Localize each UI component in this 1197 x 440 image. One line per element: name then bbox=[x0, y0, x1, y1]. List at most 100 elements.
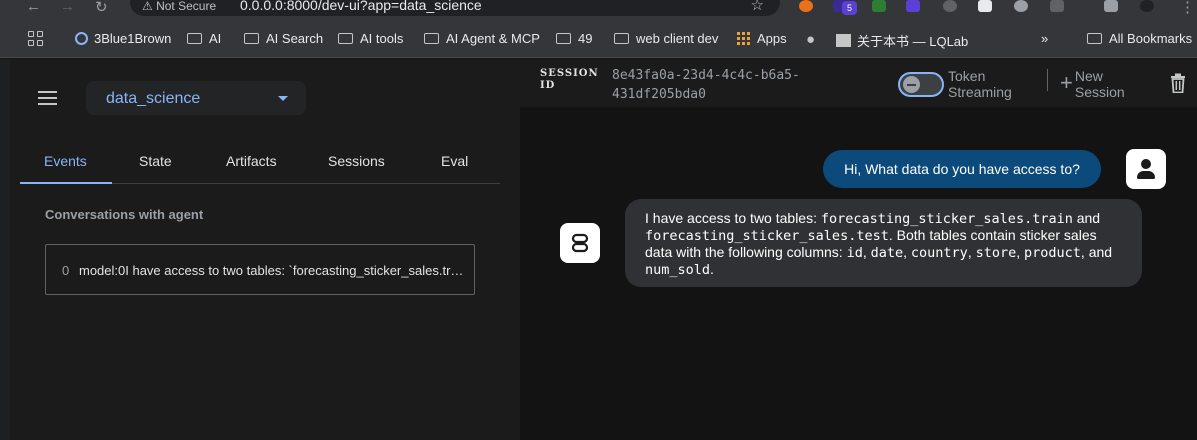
folder-icon bbox=[424, 33, 439, 44]
menu-icon[interactable] bbox=[38, 91, 57, 109]
bot-text: . bbox=[710, 261, 714, 277]
extension-icon[interactable] bbox=[978, 0, 992, 12]
session-id-value: 8e43fa0a-23d4-4c4c-b6a5- 431df205bda0 bbox=[612, 66, 832, 104]
tab-eval[interactable]: Eval bbox=[441, 153, 468, 169]
code-span: id bbox=[846, 245, 863, 261]
plus-icon: + bbox=[1060, 70, 1073, 95]
bookmark-folder-49[interactable]: 49 bbox=[556, 31, 592, 46]
token-streaming-toggle[interactable] bbox=[898, 72, 944, 97]
bookmark-label: 关于本书 — LQLab bbox=[857, 34, 969, 49]
tab-grid-icon[interactable] bbox=[28, 31, 43, 46]
apps-grid-icon bbox=[737, 32, 750, 45]
session-label-line: SESSION bbox=[540, 68, 599, 79]
session-id-label: SESSION ID bbox=[540, 68, 599, 92]
folder-icon bbox=[187, 33, 202, 44]
extension-icon[interactable] bbox=[943, 0, 957, 12]
tab-events[interactable]: Events bbox=[44, 153, 87, 169]
bookmark-folder-ai[interactable]: AI bbox=[187, 31, 221, 46]
app-selector-value: data_science bbox=[106, 90, 201, 107]
active-tab-indicator bbox=[20, 182, 112, 184]
new-session-button[interactable]: + New Session bbox=[1060, 68, 1125, 100]
user-message-bubble: Hi, What data do you have access to? bbox=[823, 150, 1101, 188]
code-span: date bbox=[870, 245, 904, 261]
back-icon[interactable]: ← bbox=[26, 0, 41, 15]
sidebar: data_science Events State Artifacts Sess… bbox=[10, 59, 520, 440]
bookmark-star-icon[interactable]: ☆ bbox=[751, 0, 764, 14]
token-streaming-line: Streaming bbox=[948, 84, 1012, 100]
bot-message-bubble: I have access to two tables: forecasting… bbox=[625, 199, 1142, 287]
bookmarks-bar: 3Blue1Brown AI AI Search AI tools AI Age… bbox=[0, 20, 1197, 58]
address-bar[interactable]: ⚠ Not Secure 0.0.0.0:8000/dev-ui?app=dat… bbox=[130, 0, 780, 16]
user-avatar-icon bbox=[1126, 149, 1166, 189]
bookmark-label: 3Blue1Brown bbox=[94, 31, 172, 46]
folder-icon bbox=[1087, 33, 1102, 44]
bot-text: I have access to two tables: bbox=[645, 210, 821, 226]
browser-toolbar: ← → ↻ ⚠ Not Secure 0.0.0.0:8000/dev-ui?a… bbox=[0, 0, 1197, 20]
bookmark-label: 49 bbox=[578, 31, 593, 46]
all-bookmarks-label: All Bookmarks bbox=[1109, 31, 1193, 46]
bookmark-label: Apps bbox=[757, 31, 787, 46]
code-span: product bbox=[1024, 245, 1081, 261]
bookmark-folder-ai-tools[interactable]: AI tools bbox=[338, 31, 403, 46]
extension-icon[interactable] bbox=[872, 0, 886, 12]
code-span: forecasting_sticker_sales.train bbox=[820, 211, 1073, 227]
globe-icon: ● bbox=[806, 31, 816, 48]
background-window-edge bbox=[0, 59, 10, 440]
all-bookmarks-button[interactable]: All Bookmarks bbox=[1087, 31, 1192, 46]
session-id-line: 8e43fa0a-23d4-4c4c-b6a5- bbox=[612, 68, 800, 83]
section-title: Conversations with agent bbox=[45, 207, 204, 222]
bot-avatar-icon bbox=[560, 223, 600, 263]
folder-icon bbox=[614, 33, 629, 44]
session-id-line: 431df205bda0 bbox=[612, 87, 706, 102]
app-selector[interactable]: data_science bbox=[86, 81, 306, 115]
tab-state[interactable]: State bbox=[139, 153, 172, 169]
session-label-line: ID bbox=[540, 80, 556, 91]
code-span: forecasting_sticker_sales.test bbox=[645, 228, 889, 244]
bookmark-label: web client dev bbox=[636, 31, 719, 46]
security-label: Not Secure bbox=[156, 0, 217, 13]
book-icon bbox=[836, 34, 851, 47]
delete-session-icon[interactable] bbox=[1170, 73, 1186, 93]
url-text[interactable]: 0.0.0.0:8000/dev-ui?app=data_science bbox=[240, 0, 482, 13]
bookmark-lqlab[interactable]: 关于本书 — LQLab bbox=[836, 31, 968, 50]
chevron-down-icon bbox=[278, 96, 288, 101]
more-bookmarks-button[interactable]: » bbox=[1041, 31, 1048, 46]
session-header: SESSION ID 8e43fa0a-23d4-4c4c-b6a5- 431d… bbox=[520, 59, 1197, 107]
bookmark-folder-web-client-dev[interactable]: web client dev bbox=[614, 31, 718, 46]
bookmark-globe[interactable]: ● bbox=[806, 31, 821, 48]
event-text: model:0I have access to two tables: `for… bbox=[79, 263, 464, 278]
token-streaming-label: Token Streaming bbox=[948, 68, 1012, 100]
extension-icon[interactable] bbox=[799, 0, 813, 12]
puzzle-extensions-icon[interactable] bbox=[1050, 0, 1064, 12]
media-icon[interactable] bbox=[1104, 0, 1118, 12]
profile-avatar[interactable] bbox=[1140, 0, 1154, 12]
bookmark-3blue1brown[interactable]: 3Blue1Brown bbox=[75, 31, 171, 46]
extension-icon[interactable] bbox=[1014, 0, 1028, 12]
3b1b-icon bbox=[75, 32, 88, 45]
browser-menu-icon[interactable]: ⋮ bbox=[1180, 0, 1195, 16]
event-item[interactable]: 0 model:0I have access to two tables: `f… bbox=[45, 244, 475, 295]
bot-text: , bbox=[903, 244, 911, 260]
tab-artifacts[interactable]: Artifacts bbox=[226, 153, 277, 169]
code-span: num_sold bbox=[645, 262, 711, 278]
extension-badge: 5 bbox=[842, 1, 857, 15]
bookmark-apps[interactable]: Apps bbox=[737, 31, 787, 46]
folder-icon bbox=[338, 33, 353, 44]
bot-text: , and bbox=[1080, 244, 1113, 260]
new-session-label: New Session bbox=[1075, 68, 1125, 100]
new-session-line: Session bbox=[1074, 84, 1125, 100]
bookmark-folder-ai-agent-mcp[interactable]: AI Agent & MCP bbox=[424, 31, 540, 46]
bookmark-label: AI Search bbox=[266, 31, 324, 46]
bookmark-label: AI tools bbox=[360, 31, 404, 46]
bot-text: , bbox=[862, 244, 871, 260]
not-secure-indicator[interactable]: ⚠ Not Secure bbox=[142, 0, 216, 13]
reload-icon[interactable]: ↻ bbox=[95, 0, 108, 16]
forward-icon[interactable]: → bbox=[60, 0, 75, 15]
chat-panel: SESSION ID 8e43fa0a-23d4-4c4c-b6a5- 431d… bbox=[520, 59, 1197, 440]
bookmark-label: AI bbox=[209, 31, 222, 46]
bookmark-folder-ai-search[interactable]: AI Search bbox=[244, 31, 323, 46]
tab-sessions[interactable]: Sessions bbox=[328, 153, 385, 169]
extension-icon[interactable] bbox=[906, 0, 920, 12]
bookmark-label: AI Agent & MCP bbox=[446, 31, 540, 46]
more-bookmarks-label: » bbox=[1041, 31, 1049, 46]
